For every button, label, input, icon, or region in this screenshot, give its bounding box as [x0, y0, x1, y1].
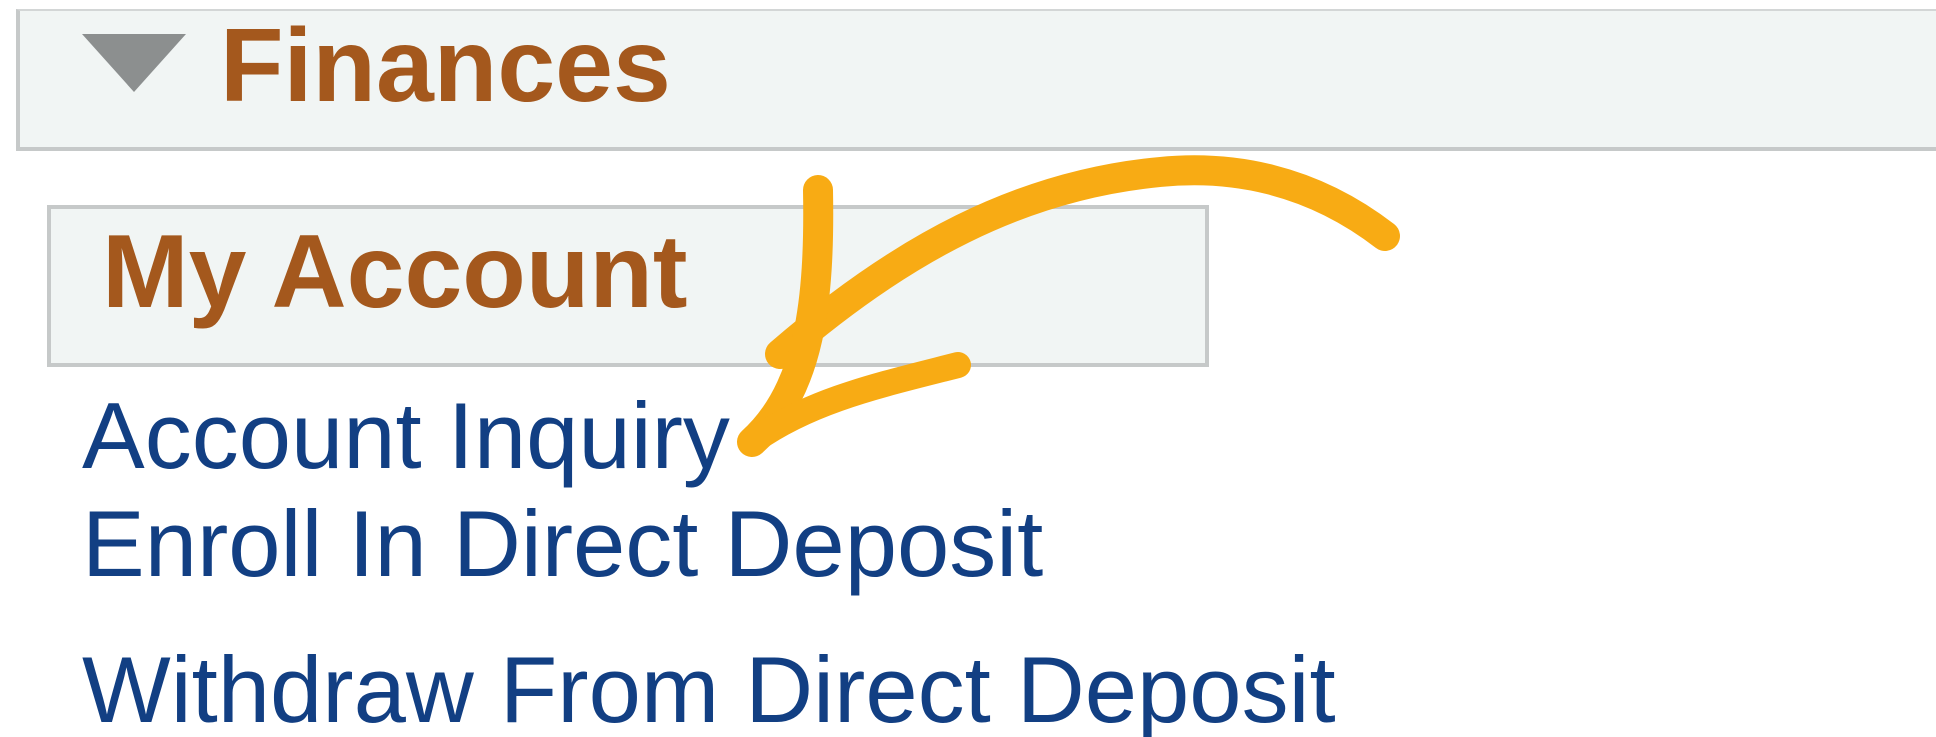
withdraw-direct-deposit-link[interactable]: Withdraw From Direct Deposit: [82, 636, 1336, 737]
finances-page: Finances My Account Account Inquiry Enro…: [0, 0, 1936, 737]
account-inquiry-link[interactable]: Account Inquiry: [82, 382, 730, 490]
enroll-direct-deposit-link[interactable]: Enroll In Direct Deposit: [82, 490, 1043, 598]
section-title[interactable]: Finances: [220, 6, 671, 126]
triangle-down-icon[interactable]: [82, 34, 186, 92]
subsection-title: My Account: [102, 214, 688, 330]
